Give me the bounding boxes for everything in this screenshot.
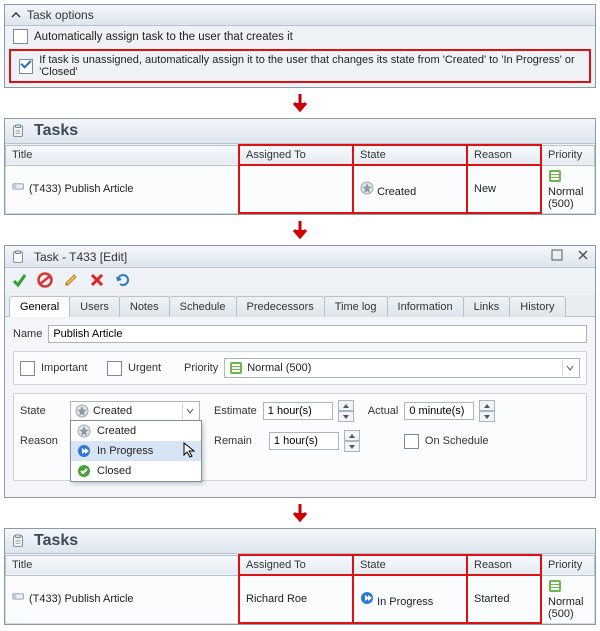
task-editor-title: Task - T433 [Edit] (34, 250, 127, 264)
task-editor-toolbar (5, 268, 595, 295)
col-assigned[interactable]: Assigned To (239, 555, 353, 575)
col-reason[interactable]: Reason (467, 145, 541, 165)
checkbox-important[interactable] (20, 361, 35, 376)
col-title[interactable]: Title (6, 145, 240, 165)
tasks-header-before: Tasks (5, 119, 595, 144)
tasks-table-after: Title Assigned To State Reason Priority … (5, 554, 595, 624)
col-assigned[interactable]: Assigned To (239, 145, 353, 165)
state-label: State (20, 405, 64, 417)
task-icon (12, 182, 26, 196)
checkbox-urgent[interactable] (107, 361, 122, 376)
actual-label: Actual (368, 405, 399, 417)
chevron-down-icon[interactable] (562, 360, 577, 376)
state-option-created[interactable]: Created (71, 421, 201, 441)
col-state[interactable]: State (353, 555, 467, 575)
cell-state: Created (353, 165, 467, 213)
cell-assigned: Richard Roe (239, 575, 353, 623)
tab-predecessors[interactable]: Predecessors (236, 296, 325, 317)
priority-label: Priority (184, 362, 218, 374)
refresh-icon[interactable] (115, 272, 131, 291)
actual-spinner[interactable] (479, 400, 495, 422)
cell-priority: Normal (500) (541, 165, 595, 213)
cancel-icon[interactable] (37, 272, 53, 291)
name-label: Name (13, 328, 42, 340)
col-priority[interactable]: Priority (541, 555, 595, 575)
tasks-title-after: Tasks (34, 532, 78, 550)
tab-bar: General Users Notes Schedule Predecessor… (5, 295, 595, 317)
tasks-table-before: Title Assigned To State Reason Priority … (5, 144, 595, 214)
remain-input[interactable] (269, 432, 339, 450)
cell-reason: New (467, 165, 541, 213)
chevron-down-icon[interactable] (182, 403, 197, 419)
option-auto-assign-creator[interactable]: Automatically assign task to the user th… (5, 26, 595, 47)
state-value: Created (93, 405, 132, 417)
edit-icon[interactable] (63, 272, 79, 291)
option-auto-assign-on-state-change[interactable]: If task is unassigned, automatically ass… (9, 49, 591, 83)
delete-icon[interactable] (89, 272, 105, 291)
state-combo[interactable]: Created (70, 401, 200, 421)
checkbox-on-schedule[interactable] (404, 434, 419, 449)
flow-arrow-icon (4, 92, 596, 114)
clipboard-icon (11, 124, 25, 138)
priority-combo[interactable]: Normal (500) (224, 358, 580, 378)
cell-reason: Started (467, 575, 541, 623)
estimate-input[interactable] (263, 402, 333, 420)
urgent-label: Urgent (128, 362, 178, 374)
maximize-icon[interactable] (551, 249, 563, 264)
tab-schedule[interactable]: Schedule (169, 296, 237, 317)
table-row[interactable]: (T433) Publish Article Richard Roe In Pr… (6, 575, 595, 623)
estimate-label: Estimate (214, 405, 257, 417)
remain-spinner[interactable] (344, 430, 360, 452)
tab-users[interactable]: Users (69, 296, 120, 317)
task-icon (12, 592, 26, 606)
important-label: Important (41, 362, 101, 374)
flow-arrow-icon (4, 219, 596, 241)
option-label-auto-assign-creator: Automatically assign task to the user th… (34, 31, 293, 43)
on-schedule-label: On Schedule (425, 435, 489, 447)
tab-general[interactable]: General (9, 296, 70, 317)
estimate-spinner[interactable] (338, 400, 354, 422)
cursor-icon (182, 442, 198, 458)
task-editor-window: Task - T433 [Edit] General Users Notes S… (4, 245, 596, 498)
save-icon[interactable] (11, 272, 27, 291)
clipboard-icon (11, 534, 25, 548)
cell-priority: Normal (500) (541, 575, 595, 623)
name-input[interactable] (48, 325, 587, 343)
cell-assigned (239, 165, 353, 213)
tasks-header-after: Tasks (5, 529, 595, 554)
tasks-title-before: Tasks (34, 122, 78, 140)
task-options-title: Task options (27, 8, 94, 22)
tasks-panel-before: Tasks Title Assigned To State Reason Pri… (4, 118, 596, 215)
tab-timelog[interactable]: Time log (324, 296, 388, 317)
close-icon[interactable] (577, 249, 589, 264)
tab-notes[interactable]: Notes (119, 296, 170, 317)
checkbox-auto-assign-creator[interactable] (13, 29, 28, 44)
state-option-closed[interactable]: Closed (71, 461, 201, 481)
checkbox-auto-assign-on-state-change[interactable] (19, 59, 33, 74)
col-priority[interactable]: Priority (541, 145, 595, 165)
cell-title: (T433) Publish Article (29, 593, 134, 605)
col-title[interactable]: Title (6, 555, 240, 575)
reason-label: Reason (20, 435, 64, 447)
remain-label: Remain (214, 435, 252, 447)
tab-information[interactable]: Information (387, 296, 464, 317)
actual-input[interactable] (404, 402, 474, 420)
cell-state: In Progress (353, 575, 467, 623)
tab-general-body: Name Important Urgent Priority Normal (5… (5, 317, 595, 497)
task-editor-header: Task - T433 [Edit] (5, 246, 595, 268)
tab-links[interactable]: Links (463, 296, 511, 317)
priority-value: Normal (500) (247, 362, 311, 374)
task-options-header[interactable]: Task options (5, 5, 595, 26)
cell-title: (T433) Publish Article (29, 183, 134, 195)
col-reason[interactable]: Reason (467, 555, 541, 575)
table-row[interactable]: (T433) Publish Article Created New Norma… (6, 165, 595, 213)
option-label-auto-assign-on-state-change: If task is unassigned, automatically ass… (39, 54, 581, 78)
clipboard-icon (11, 250, 25, 264)
collapse-icon (11, 10, 21, 20)
tab-history[interactable]: History (509, 296, 565, 317)
task-options-panel: Task options Automatically assign task t… (4, 4, 596, 88)
flow-arrow-icon (4, 502, 596, 524)
tasks-panel-after: Tasks Title Assigned To State Reason Pri… (4, 528, 596, 625)
col-state[interactable]: State (353, 145, 467, 165)
